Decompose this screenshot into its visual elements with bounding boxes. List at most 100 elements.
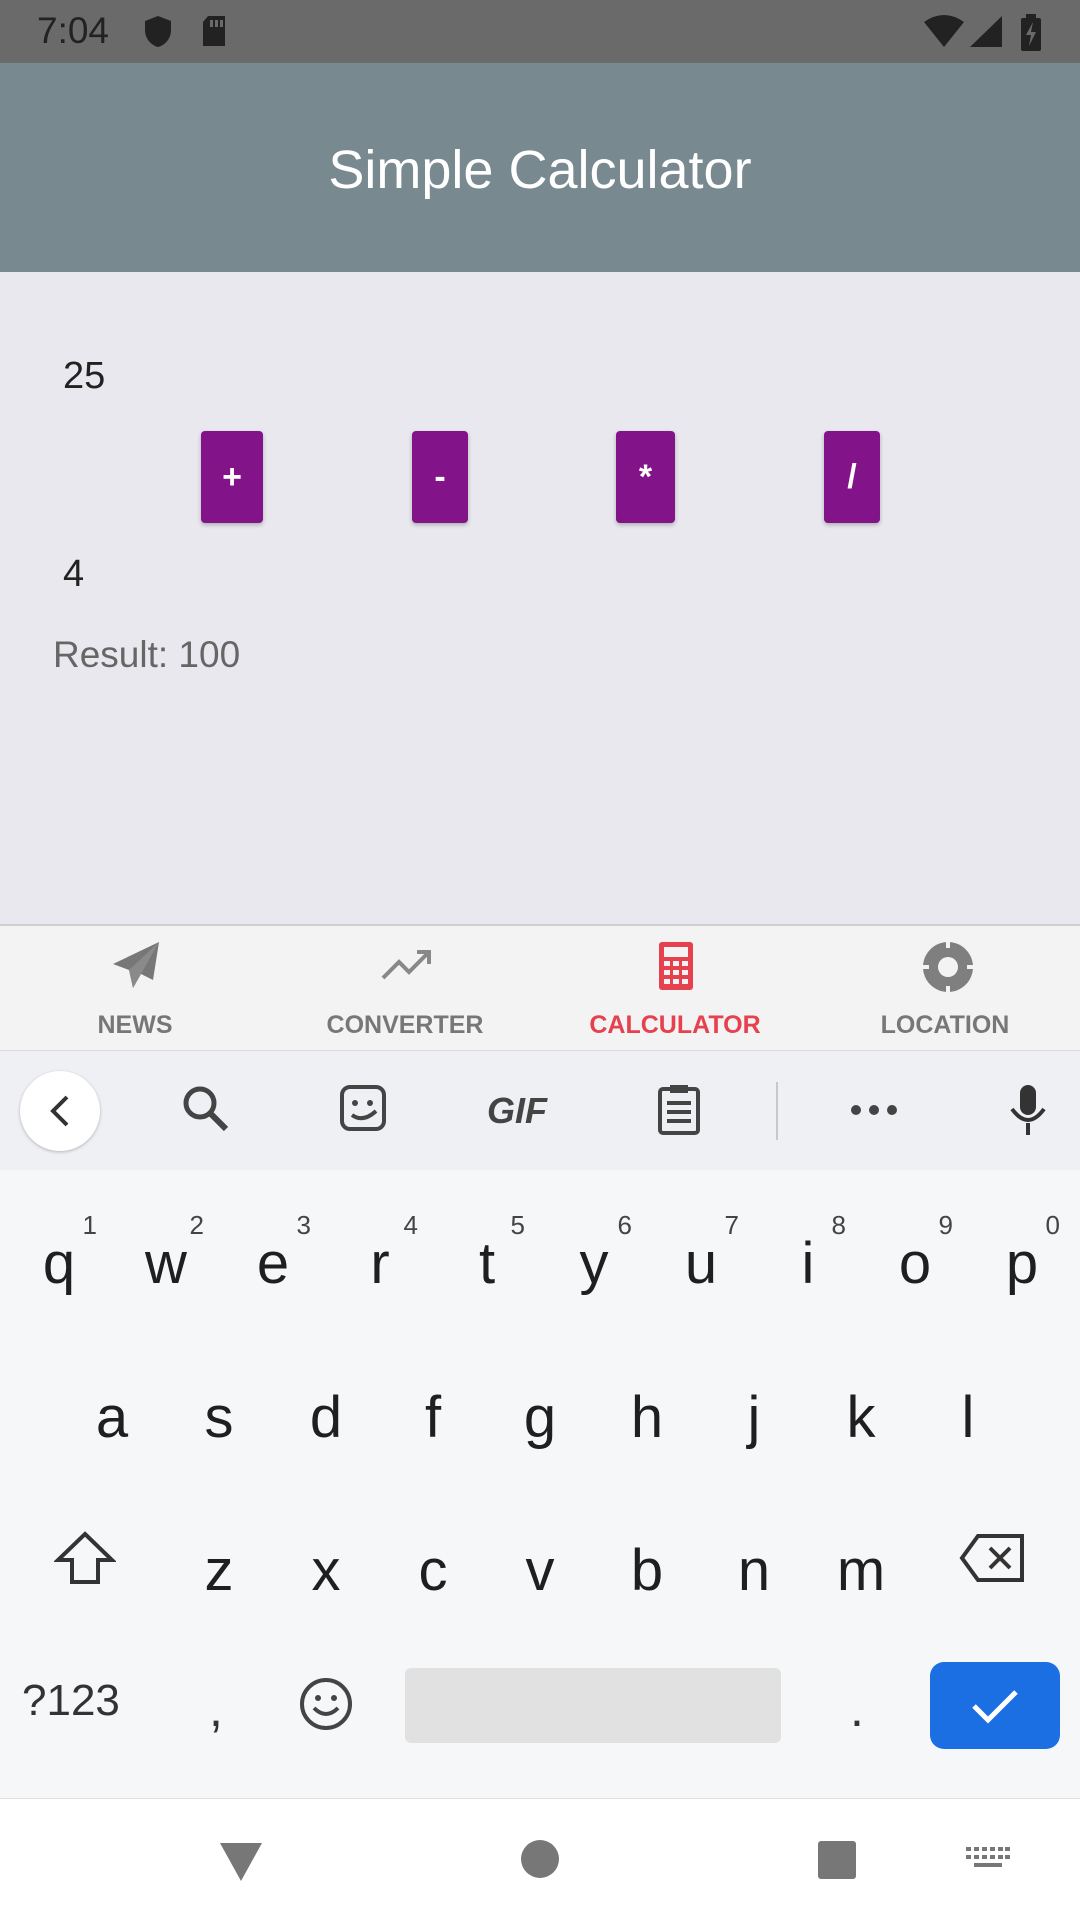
back-chevron-icon [50,1095,69,1127]
key-g[interactable]: g [486,1344,594,1464]
back-chevron-button[interactable] [20,1071,100,1151]
key-number-hint: 6 [617,1210,632,1240]
key-j[interactable]: j [700,1344,808,1464]
keyboard-switch-icon[interactable] [966,1847,1010,1873]
key-letter: v [525,1538,555,1603]
first-number-field[interactable]: 25 [63,355,105,398]
key-number-hint: 3 [296,1210,311,1240]
key-letter: g [523,1385,557,1450]
enter-key[interactable] [930,1662,1060,1749]
back-triangle-icon[interactable] [218,1841,264,1883]
key-letter: l [961,1385,975,1450]
key-u[interactable]: u7 [647,1190,755,1310]
backspace-icon[interactable] [958,1532,1028,1584]
nav-label-location: LOCATION [880,1011,1010,1039]
status-bar: 7:04 [0,0,1080,63]
key-z[interactable]: z [165,1497,273,1617]
shift-icon[interactable] [54,1530,116,1586]
key-w[interactable]: w2 [112,1190,220,1310]
key-r[interactable]: r4 [326,1190,434,1310]
key-letter: s [204,1385,234,1450]
key-c[interactable]: c [379,1497,487,1617]
key-x[interactable]: x [272,1497,380,1617]
key-letter: h [630,1385,664,1450]
sticker-icon[interactable] [338,1083,390,1135]
nav-label-calculator: CALCULATOR [589,1011,761,1039]
key-n[interactable]: n [700,1497,808,1617]
search-icon[interactable] [180,1083,232,1135]
key-p[interactable]: p0 [968,1190,1076,1310]
result-text: Result: 100 [53,634,241,675]
checkmark-icon [972,1689,1018,1724]
key-letter: a [95,1385,129,1450]
second-number-field[interactable]: 4 [63,553,84,596]
key-v[interactable]: v [486,1497,594,1617]
cellular-signal-icon [970,16,1002,47]
key-f[interactable]: f [379,1344,487,1464]
key-a[interactable]: a [58,1344,166,1464]
calculator-content [0,272,1080,924]
status-time: 7:04 [37,10,110,51]
wifi-icon [924,15,964,47]
page-title: Simple Calculator [328,140,752,200]
key-h[interactable]: h [593,1344,701,1464]
key-y[interactable]: y6 [540,1190,648,1310]
key-t[interactable]: t5 [433,1190,541,1310]
key-letter: f [424,1385,442,1450]
period-key[interactable]: . [850,1680,864,1738]
key-number-hint: 9 [938,1210,953,1240]
gif-icon[interactable]: GIF [487,1090,547,1132]
key-number-hint: 4 [403,1210,418,1240]
multiply-button[interactable]: * [616,431,675,523]
calculator-icon [659,942,693,990]
key-m[interactable]: m [807,1497,915,1617]
key-i[interactable]: i8 [754,1190,862,1310]
key-d[interactable]: d [272,1344,380,1464]
nav-item-location[interactable]: LOCATION [810,926,1080,1051]
subtract-button[interactable]: - [412,431,468,523]
nav-label-news: NEWS [97,1011,173,1039]
comma-key[interactable]: , [209,1680,223,1738]
system-navigation-bar [0,1798,1080,1921]
key-l[interactable]: l [914,1344,1022,1464]
key-letter: z [204,1538,234,1603]
key-s[interactable]: s [165,1344,273,1464]
paper-plane-icon [113,942,159,988]
divide-button[interactable]: / [824,431,880,523]
key-number-hint: 0 [1045,1210,1060,1240]
key-o[interactable]: o9 [861,1190,969,1310]
nav-item-news[interactable]: NEWS [0,926,270,1051]
nav-item-converter[interactable]: CONVERTER [270,926,540,1051]
clipboard-icon[interactable] [654,1083,706,1135]
symbols-key[interactable]: ?123 [22,1676,120,1726]
key-number-hint: 7 [724,1210,739,1240]
location-target-icon [921,940,975,994]
nav-label-converter: CONVERTER [326,1011,484,1039]
more-icon[interactable] [848,1100,900,1120]
trending-up-icon [381,950,431,980]
nav-item-calculator[interactable]: CALCULATOR [540,926,810,1051]
key-letter: k [846,1385,876,1450]
key-e[interactable]: e3 [219,1190,327,1310]
key-letter: n [737,1538,771,1603]
key-q[interactable]: q1 [5,1190,113,1310]
key-k[interactable]: k [807,1344,915,1464]
add-button[interactable]: + [201,431,263,523]
key-letter: d [309,1385,343,1450]
shield-icon [145,16,171,47]
emoji-icon[interactable] [298,1676,354,1732]
home-circle-icon[interactable] [520,1839,560,1879]
battery-charging-icon [1021,14,1041,51]
bottom-navigation: NEWS CONVERTER CALCULATOR LOCATION [0,924,1080,1051]
key-letter: b [630,1538,664,1603]
sd-card-icon [203,16,225,46]
key-number-hint: 1 [82,1210,97,1240]
key-number-hint: 8 [831,1210,846,1240]
key-number-hint: 2 [189,1210,204,1240]
space-key[interactable] [405,1668,781,1743]
recents-square-icon[interactable] [816,1839,858,1881]
key-b[interactable]: b [593,1497,701,1617]
key-letter: c [418,1538,448,1603]
microphone-icon[interactable] [1008,1083,1048,1137]
toolbar-divider [776,1082,778,1140]
